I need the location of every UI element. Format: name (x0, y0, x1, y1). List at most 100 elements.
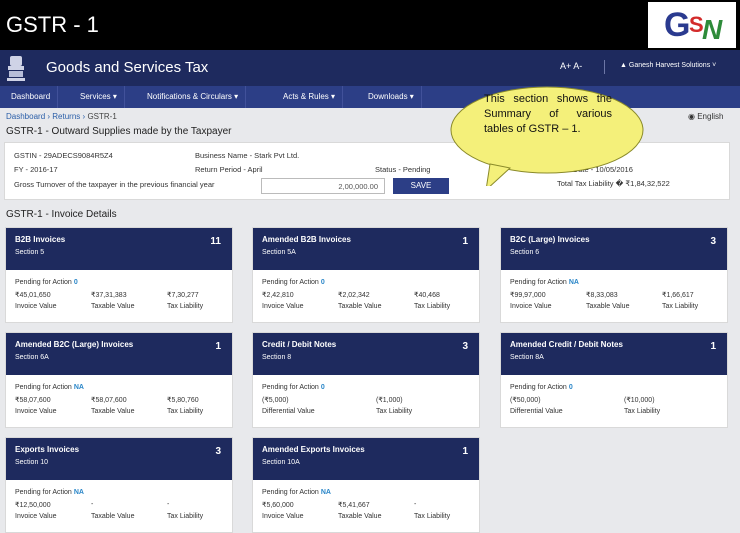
invoice-value-label: Invoice Value (262, 303, 304, 310)
card-header: Credit / Debit Notes Section 8 3 (253, 333, 479, 375)
slide-title: GSTR - 1 (6, 12, 99, 37)
invoice-value: ₹2,42,810 (262, 292, 294, 299)
taxable-value-label: Taxable Value (91, 513, 135, 520)
fy-text: FY - 2016-17 (14, 165, 58, 174)
tax-liability-label: Tax Liability (662, 303, 699, 310)
return-period-text: Return Period - April (195, 165, 263, 174)
invoice-value-label: Invoice Value (15, 303, 57, 310)
card-count: 1 (215, 341, 221, 352)
logo-letter-n: N (702, 14, 723, 45)
taxable-value: ₹5,41,667 (338, 502, 370, 509)
card-count: 3 (710, 236, 716, 247)
card-header: Amended B2C (Large) Invoices Section 6A … (6, 333, 232, 375)
taxable-value: ₹37,31,383 (91, 292, 127, 299)
header-divider (604, 60, 605, 74)
tax-liability-label: Tax Liability (414, 513, 451, 520)
status-text: Status - Pending (375, 165, 431, 174)
card-section: Section 10 (15, 459, 49, 466)
card-amended-b2c-large-invoices[interactable]: Amended B2C (Large) Invoices Section 6A … (5, 332, 233, 428)
invoice-value: ₹58,07,600 (15, 397, 51, 404)
card-section: Section 5A (262, 249, 296, 256)
language-selector[interactable]: ◉ English (688, 112, 723, 121)
card-count: 1 (710, 341, 716, 352)
pending-label: Pending for Action (262, 489, 319, 496)
tax-liability-label: Tax Liability (414, 303, 451, 310)
turnover-input[interactable]: 2,00,000.00 (261, 178, 385, 194)
card-title: Amended B2C (Large) Invoices (15, 340, 134, 349)
logo-letter-g: G (664, 6, 691, 44)
taxable-value-label: Taxable Value (91, 303, 135, 310)
taxable-value: ₹8,33,083 (586, 292, 618, 299)
pending-value: 0 (568, 384, 573, 391)
invoice-value: ₹12,50,000 (15, 502, 51, 509)
tax-liability-label: Tax Liability (376, 408, 413, 415)
tax-liability-value: (₹10,000) (624, 397, 655, 404)
pending-value: NA (73, 384, 84, 391)
pending-label: Pending for Action (15, 489, 72, 496)
invoice-value-label: Invoice Value (15, 408, 57, 415)
card-section: Section 5 (15, 249, 45, 256)
card-title: B2C (Large) Invoices (510, 235, 590, 244)
differential-value: (₹50,000) (510, 397, 541, 404)
pending-for-action: Pending for Action 0 (262, 384, 325, 391)
pending-value: 0 (320, 279, 325, 286)
pending-for-action: Pending for Action NA (15, 489, 84, 496)
slide-header: GSTR - 1 G S N (0, 0, 740, 50)
taxable-value-label: Taxable Value (338, 513, 382, 520)
differential-value: (₹5,000) (262, 397, 289, 404)
pending-label: Pending for Action (510, 279, 567, 286)
outward-supplies-title: GSTR-1 - Outward Supplies made by the Ta… (6, 126, 232, 137)
tax-liability-value: (₹1,000) (376, 397, 403, 404)
callout-text: This section shows the Summary of variou… (484, 93, 612, 135)
card-title: B2B Invoices (15, 235, 66, 244)
tax-liability-value: ₹1,66,617 (662, 292, 694, 299)
nav-acts-rules[interactable]: Acts & Rules ▾ (276, 86, 344, 108)
card-section: Section 6 (510, 249, 540, 256)
invoice-value: ₹99,97,000 (510, 292, 546, 299)
pending-label: Pending for Action (510, 384, 567, 391)
tax-liability-value: - (167, 501, 170, 508)
card-b2c-large-invoices[interactable]: B2C (Large) Invoices Section 6 3 Pending… (500, 227, 728, 323)
tax-liability-label: Tax Liability (167, 513, 204, 520)
invoice-value: ₹5,60,000 (262, 502, 294, 509)
card-count: 1 (462, 236, 468, 247)
card-amended-exports-invoices[interactable]: Amended Exports Invoices Section 10A 1 P… (252, 437, 480, 533)
taxable-value: - (91, 501, 94, 508)
portal-title: Goods and Services Tax (46, 59, 209, 76)
card-title: Amended Credit / Debit Notes (510, 340, 623, 349)
taxable-value-label: Taxable Value (586, 303, 630, 310)
tax-liability-value: ₹5,80,760 (167, 397, 199, 404)
breadcrumb-returns[interactable]: Returns (52, 112, 80, 121)
card-credit-debit-notes[interactable]: Credit / Debit Notes Section 8 3 Pending… (252, 332, 480, 428)
invoice-details-title: GSTR-1 - Invoice Details (6, 209, 117, 220)
card-header: Amended Credit / Debit Notes Section 8A … (501, 333, 727, 375)
user-menu[interactable]: ▲ Ganesh Harvest Solutions ˅ (620, 62, 716, 69)
breadcrumb-dashboard[interactable]: Dashboard (6, 112, 45, 121)
tax-liability-value: - (414, 501, 417, 508)
breadcrumb-separator: › (82, 112, 86, 121)
font-size-controls[interactable]: A+ A- (560, 61, 582, 71)
nav-services[interactable]: Services ▾ (73, 86, 125, 108)
card-amended-b2b-invoices[interactable]: Amended B2B Invoices Section 5A 1 Pendin… (252, 227, 480, 323)
nav-downloads[interactable]: Downloads ▾ (361, 86, 422, 108)
gsn-logo: G S N (648, 2, 736, 48)
card-header: Exports Invoices Section 10 3 (6, 438, 232, 480)
nav-dashboard[interactable]: Dashboard (4, 86, 59, 108)
pending-for-action: Pending for Action 0 (15, 279, 78, 286)
taxable-value: ₹58,07,600 (91, 397, 127, 404)
breadcrumb: Dashboard › Returns › GSTR-1 (6, 112, 117, 121)
pending-value: NA (568, 279, 579, 286)
card-section: Section 10A (262, 459, 300, 466)
card-exports-invoices[interactable]: Exports Invoices Section 10 3 Pending fo… (5, 437, 233, 533)
pending-value: 0 (320, 384, 325, 391)
nav-notifications[interactable]: Notifications & Circulars ▾ (140, 86, 247, 108)
card-b2b-invoices[interactable]: B2B Invoices Section 5 11 Pending for Ac… (5, 227, 233, 323)
pending-value: 0 (73, 279, 78, 286)
tax-liability-label: Tax Liability (167, 408, 204, 415)
card-amended-credit-debit-notes[interactable]: Amended Credit / Debit Notes Section 8A … (500, 332, 728, 428)
save-button[interactable]: SAVE (393, 178, 449, 194)
differential-value-label: Differential Value (510, 408, 563, 415)
pending-for-action: Pending for Action 0 (510, 384, 573, 391)
business-name-text: Business Name - Stark Pvt Ltd. (195, 151, 300, 160)
pending-for-action: Pending for Action NA (15, 384, 84, 391)
